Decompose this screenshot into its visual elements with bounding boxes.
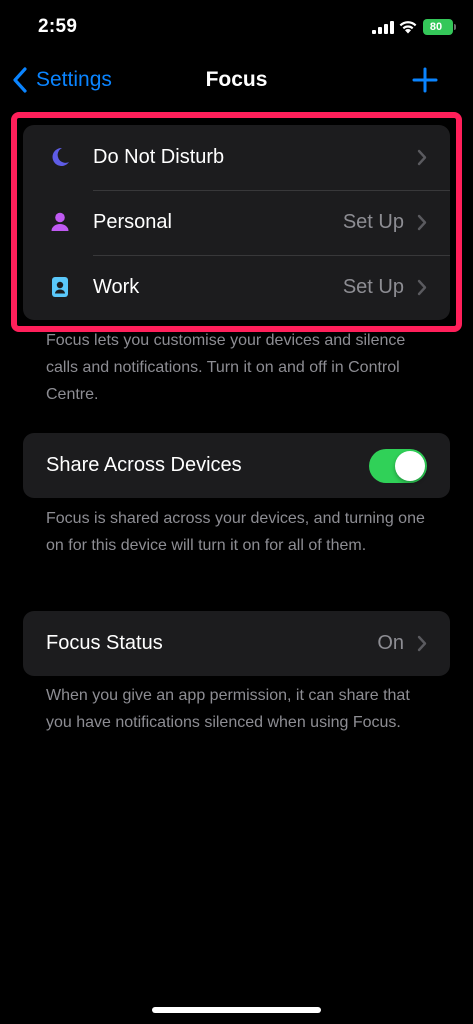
focus-modes-footer: Focus lets you customise your devices an… <box>46 332 406 403</box>
focus-status-value: On <box>377 632 404 654</box>
chevron-right-icon <box>417 635 427 652</box>
focus-status-footer: When you give an app permission, it can … <box>46 687 410 731</box>
status-bar: 2:59 80 <box>0 0 473 56</box>
share-across-devices-row: Share Across Devices <box>23 433 450 498</box>
navigation-bar: Settings Focus <box>0 56 473 104</box>
home-indicator[interactable] <box>152 1007 321 1013</box>
share-across-devices-toggle[interactable] <box>369 449 427 483</box>
battery-cap <box>454 24 456 30</box>
cellular-signal-icon <box>372 21 394 34</box>
highlight-frame <box>11 112 462 332</box>
battery-level: 80 <box>429 21 443 33</box>
focus-status-label: Focus Status <box>46 632 163 654</box>
plus-icon[interactable] <box>410 65 440 95</box>
focus-settings-screen: 2:59 80 Settings Focus Do Not Disturb Pe… <box>0 0 473 1024</box>
wifi-icon <box>399 21 417 34</box>
status-time: 2:59 <box>38 16 78 37</box>
page-title: Focus <box>205 68 268 91</box>
share-across-devices-label: Share Across Devices <box>46 454 242 476</box>
share-footer: Focus is shared across your devices, and… <box>46 510 425 554</box>
share-across-devices-group: Share Across Devices <box>23 433 450 498</box>
toggle-knob <box>395 451 425 481</box>
battery-icon: 80 <box>423 19 456 35</box>
focus-status-row[interactable]: Focus Status On <box>23 611 450 676</box>
focus-status-group: Focus Status On <box>23 611 450 676</box>
